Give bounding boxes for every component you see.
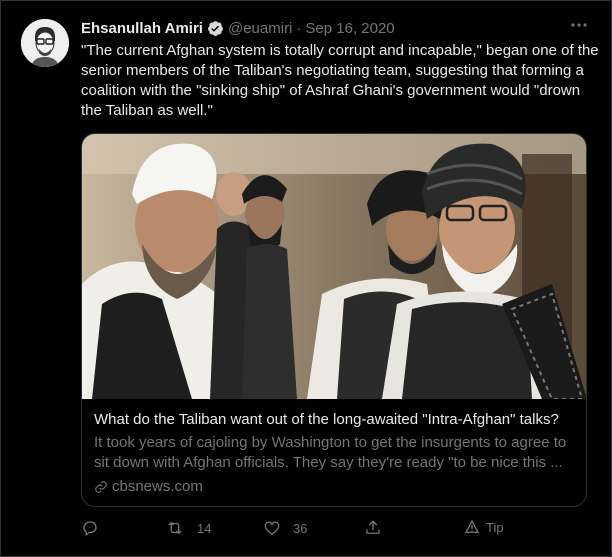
header-separator: · bbox=[296, 19, 302, 37]
card-body: What do the Taliban want out of the long… bbox=[82, 400, 586, 505]
card-image bbox=[82, 134, 586, 399]
card-description: It took years of cajoling by Washington … bbox=[94, 434, 567, 471]
tip-button[interactable]: Tip bbox=[464, 519, 504, 535]
like-button[interactable]: 36 bbox=[263, 519, 307, 537]
link-icon bbox=[95, 480, 107, 493]
tweet[interactable]: Ehsanullah Amiri @euamiri · Sep 16, 2020… bbox=[0, 0, 612, 557]
reply-button[interactable] bbox=[81, 519, 111, 537]
share-icon bbox=[366, 520, 380, 534]
reply-icon bbox=[83, 521, 97, 537]
tweet-text: "The current Afghan system is totally co… bbox=[81, 42, 599, 119]
author-handle[interactable]: @euamiri bbox=[228, 20, 292, 37]
card-title: What do the Taliban want out of the long… bbox=[94, 411, 559, 428]
share-button[interactable] bbox=[364, 519, 394, 537]
card-domain-text: cbsnews.com bbox=[112, 478, 203, 495]
avatar[interactable] bbox=[21, 19, 69, 67]
more-dots-icon[interactable] bbox=[569, 15, 589, 40]
tip-icon bbox=[464, 519, 480, 533]
tip-label: Tip bbox=[486, 519, 504, 535]
retweet-button[interactable]: 14 bbox=[165, 519, 211, 537]
retweet-icon bbox=[168, 521, 182, 535]
tweet-header: Ehsanullah Amiri @euamiri · Sep 16, 2020 bbox=[81, 17, 571, 39]
like-count: 36 bbox=[293, 520, 308, 536]
avatar-illustration bbox=[21, 19, 69, 67]
link-card[interactable]: What do the Taliban want out of the long… bbox=[81, 133, 587, 507]
action-bar: 14 36 Tip bbox=[81, 519, 521, 541]
verified-badge-icon bbox=[208, 20, 223, 36]
card-domain: cbsnews.com bbox=[94, 478, 576, 495]
tweet-date[interactable]: Sep 16, 2020 bbox=[305, 20, 394, 37]
author-name[interactable]: Ehsanullah Amiri bbox=[81, 20, 203, 37]
retweet-count: 14 bbox=[197, 520, 212, 536]
heart-icon bbox=[264, 521, 280, 535]
